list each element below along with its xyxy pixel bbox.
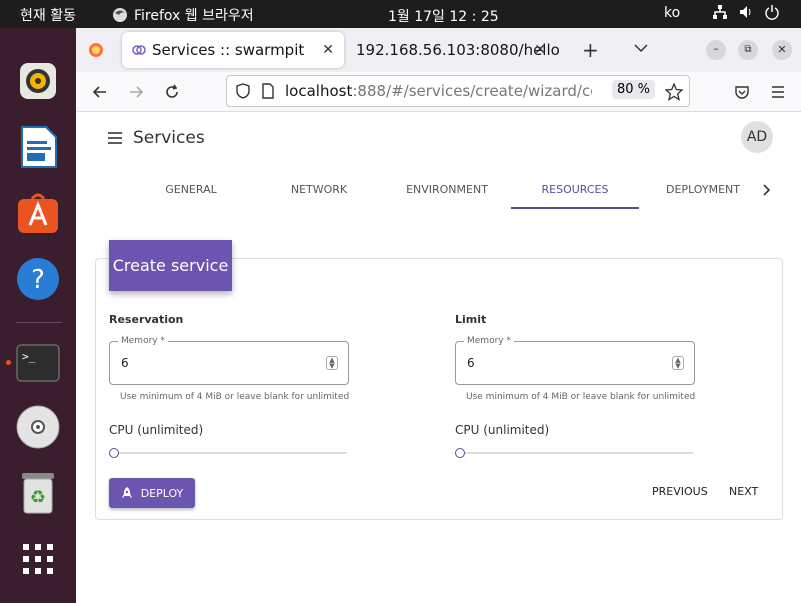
browser-window: Services :: swarmpit ✕ 192.168.56.103:80… (76, 28, 801, 603)
step-network[interactable]: NETWORK (255, 183, 383, 196)
slider-thumb[interactable] (109, 448, 119, 458)
limit-memory-field[interactable]: Memory * 6 ▲ ▼ (455, 336, 695, 385)
trash-icon[interactable]: ♻ (15, 470, 61, 516)
tab-label: 192.168.56.103:8080/hello (356, 41, 560, 59)
tab-hello[interactable]: 192.168.56.103:8080/hello ✕ (356, 32, 560, 68)
step-resources[interactable]: RESOURCES (511, 183, 639, 196)
pocket-icon[interactable] (734, 84, 750, 100)
step-deployment[interactable]: DEPLOYMENT (639, 183, 767, 196)
activities-button[interactable]: 현재 활동 (20, 5, 76, 25)
wizard-steps: GENERAL NETWORK ENVIRONMENT RESOURCES DE… (136, 173, 776, 209)
limit-cpu-slider[interactable] (455, 447, 693, 459)
zoom-indicator[interactable]: 80 % (611, 80, 655, 99)
power-icon (765, 5, 779, 20)
slider-track (113, 452, 347, 454)
apps-grid-icon[interactable] (15, 536, 61, 582)
previous-button[interactable]: PREVIOUS (652, 485, 708, 498)
next-button[interactable]: NEXT (729, 485, 758, 498)
system-topbar: 현재 활동 Firefox 웹 브라우저 1월 17일 12 : 25 ko (0, 0, 801, 28)
input-method-indicator[interactable]: ko (664, 5, 680, 21)
nav-bar: localhost :888/#/services/create/wizard/… (76, 72, 801, 112)
network-icon (713, 5, 727, 19)
dock: ? >_ ♻ (0, 28, 76, 603)
app-center-icon[interactable] (15, 190, 61, 236)
stepper-icon[interactable]: ▲ ▼ (672, 356, 684, 370)
menu-icon[interactable] (770, 84, 786, 100)
limit-hint: Use minimum of 4 MiB or leave blank for … (466, 392, 696, 402)
card-title: Create service (109, 240, 232, 291)
page-title: Services (133, 128, 205, 148)
hamburger-menu-icon[interactable] (108, 132, 122, 144)
url-path: :888/#/services/create/wizard/confi (352, 82, 593, 100)
field-label: Memory * (464, 336, 514, 346)
deploy-button[interactable]: DEPLOY (109, 478, 195, 508)
new-tab-icon[interactable]: + (582, 38, 599, 62)
close-window-icon[interactable]: ✕ (772, 40, 792, 60)
close-tab-icon[interactable]: ✕ (534, 42, 546, 58)
tab-services[interactable]: Services :: swarmpit ✕ (122, 32, 344, 68)
volume-icon (740, 6, 751, 18)
svg-text:>_: >_ (22, 350, 36, 363)
rhythmbox-icon[interactable] (15, 58, 61, 104)
deploy-label: DEPLOY (140, 486, 184, 500)
help-icon[interactable]: ? (15, 256, 61, 302)
svg-text:?: ? (31, 265, 45, 295)
stepper-icon[interactable]: ▲ ▼ (326, 356, 338, 370)
reservation-hint: Use minimum of 4 MiB or leave blank for … (120, 392, 350, 402)
app-name: Firefox 웹 브라우저 (134, 8, 254, 24)
running-indicator (6, 360, 11, 365)
system-tray[interactable] (712, 4, 780, 20)
clock[interactable]: 1월 17일 12 : 25 (388, 6, 499, 26)
avatar[interactable]: AD (741, 121, 773, 153)
shield-icon[interactable] (235, 83, 251, 99)
firefox-icon (113, 8, 127, 22)
step-general[interactable]: GENERAL (127, 183, 255, 196)
slider-thumb[interactable] (455, 448, 465, 458)
page-icon[interactable] (261, 83, 275, 99)
svg-text:♻: ♻ (30, 487, 46, 508)
rocket-icon (121, 487, 132, 498)
reload-icon[interactable] (164, 84, 180, 100)
bookmark-star-icon[interactable] (665, 83, 683, 101)
reservation-label: Reservation (109, 313, 184, 326)
dvd-icon[interactable] (15, 404, 61, 450)
reservation-cpu-slider[interactable] (109, 447, 347, 459)
field-value: 6 (467, 356, 475, 370)
swarmpit-tab-icon (132, 45, 146, 55)
firefox-view-icon[interactable] (88, 42, 104, 58)
page-content: Services AD GENERAL NETWORK ENVIRONMENT … (76, 113, 801, 603)
writer-icon[interactable] (15, 124, 61, 170)
slider-track (459, 452, 693, 454)
resources-card (95, 258, 783, 520)
dock-separator (16, 322, 62, 323)
reservation-memory-field[interactable]: Memory * 6 ▲ ▼ (109, 336, 349, 385)
restore-icon[interactable]: ⧉ (738, 40, 758, 60)
forward-icon[interactable] (128, 84, 144, 100)
field-label: Memory * (118, 336, 168, 346)
close-tab-icon[interactable]: ✕ (322, 42, 334, 58)
url-bar[interactable]: localhost :888/#/services/create/wizard/… (226, 75, 690, 107)
terminal-icon[interactable]: >_ (15, 340, 61, 386)
tab-bar: Services :: swarmpit ✕ 192.168.56.103:80… (76, 28, 801, 72)
reservation-cpu-label: CPU (unlimited) (109, 423, 204, 437)
back-icon[interactable] (92, 84, 108, 100)
url-host: localhost (285, 82, 353, 100)
step-environment[interactable]: ENVIRONMENT (383, 183, 511, 196)
field-value: 6 (121, 356, 129, 370)
app-menu[interactable]: Firefox 웹 브라우저 (112, 5, 254, 25)
limit-cpu-label: CPU (unlimited) (455, 423, 550, 437)
minimize-icon[interactable]: – (706, 40, 726, 60)
tab-label: Services :: swarmpit (152, 41, 305, 59)
limit-label: Limit (455, 313, 487, 326)
step-indicator (511, 207, 639, 209)
chevron-down-icon[interactable] (634, 43, 648, 53)
chevron-right-icon[interactable] (762, 184, 770, 196)
